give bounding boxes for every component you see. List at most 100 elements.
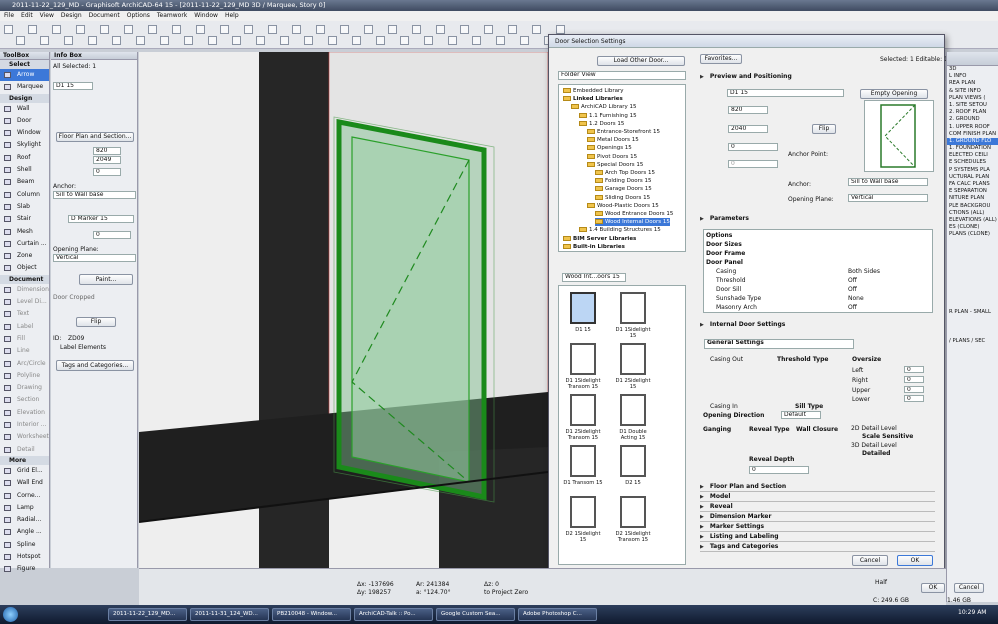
taskbar-item[interactable]: Adobe Photoshop C... — [518, 608, 597, 621]
tool-elevation[interactable]: Elevation — [0, 407, 49, 419]
toolbar-button[interactable] — [388, 25, 397, 34]
navigator-item[interactable]: 1. FOUNDATION — [947, 145, 998, 152]
oversize-lower-field[interactable]: 0 — [904, 395, 924, 402]
parameter-row[interactable]: Door Sizes — [706, 241, 926, 248]
tree-node[interactable]: 1.2 Doors 15 — [579, 120, 624, 128]
tool-interior-[interactable]: Interior ... — [0, 419, 49, 431]
more-section[interactable]: More — [0, 455, 49, 465]
label-elements-checkbox[interactable]: Label Elements — [60, 344, 106, 351]
tree-node[interactable]: Wood Internal Doors 15 — [595, 218, 670, 227]
detail-2d-value[interactable]: Scale Sensitive — [862, 433, 913, 440]
height-field[interactable]: 2040 — [728, 125, 768, 133]
toolbar-button[interactable] — [448, 36, 457, 45]
tree-node[interactable]: Arch Top Doors 15 — [595, 169, 655, 177]
door-thumbnail[interactable]: D2 1Sidelight Transom 15 — [613, 494, 653, 554]
toolbar-button[interactable] — [208, 36, 217, 45]
toolbar-button[interactable] — [436, 25, 445, 34]
tree-node[interactable]: Pivot Doors 15 — [587, 153, 637, 161]
marker-select[interactable]: D Marker 15 — [68, 215, 134, 223]
tree-node[interactable]: BIM Server Libraries — [563, 235, 636, 243]
tree-node[interactable]: Linked Libraries — [563, 95, 623, 103]
parameter-row[interactable]: Sunshade Type None — [706, 295, 926, 302]
tool-radial-[interactable]: Radial... — [0, 514, 49, 526]
navigator-item[interactable]: & SITE INFO — [947, 88, 998, 95]
parameter-row[interactable]: Options — [706, 232, 926, 239]
toolbar-button[interactable] — [460, 25, 469, 34]
tool-polyline[interactable]: Polyline — [0, 370, 49, 382]
tool-drawing[interactable]: Drawing — [0, 382, 49, 394]
menu-options[interactable]: Options — [127, 12, 150, 19]
toolbar-button[interactable] — [148, 25, 157, 34]
tool-arc-circle[interactable]: Arc/Circle — [0, 358, 49, 370]
section-header[interactable]: Listing and Labeling — [700, 532, 935, 542]
tool-fill[interactable]: Fill — [0, 333, 49, 345]
tool-hotspot[interactable]: Hotspot — [0, 551, 49, 563]
toolbar-button[interactable] — [184, 36, 193, 45]
toolbar-button[interactable] — [304, 36, 313, 45]
head-field[interactable]: 0 — [728, 160, 778, 168]
sill-height-field[interactable]: 0 — [93, 168, 121, 176]
anchor-select[interactable]: Sill to Wall base — [53, 191, 136, 199]
tree-node[interactable]: Special Doors 15 — [587, 161, 643, 169]
toolbar-button[interactable] — [244, 25, 253, 34]
navigator-item[interactable]: P SYSTEMS PLA — [947, 167, 998, 174]
reveal-depth-field[interactable]: 0 — [749, 466, 809, 474]
toolbar-button[interactable] — [508, 25, 517, 34]
sill-field[interactable]: 0 — [728, 143, 778, 151]
toolbar-button[interactable] — [112, 36, 121, 45]
favorites-button[interactable]: Favorites... — [700, 54, 742, 64]
tree-node[interactable]: Embedded Library — [563, 87, 624, 95]
tool-column[interactable]: Column — [0, 189, 49, 201]
toolbar-button[interactable] — [340, 25, 349, 34]
document-section[interactable]: Document — [0, 274, 49, 284]
toolbar-button[interactable] — [40, 36, 49, 45]
tree-node[interactable]: Garage Doors 15 — [595, 185, 652, 193]
floor-plan-section-button[interactable]: Floor Plan and Section... — [56, 132, 134, 142]
navigator-item[interactable]: COM FINISH PLAN — [947, 131, 998, 138]
taskbar-item[interactable]: ArchiCAD-Talk :: Po... — [354, 608, 433, 621]
taskbar-item[interactable]: PB210048 - Window... — [272, 608, 351, 621]
tool-figure[interactable]: Figure — [0, 563, 49, 575]
parameter-row[interactable]: Door Frame — [706, 250, 926, 257]
navigator-item[interactable]: PLANS (CLONE) — [947, 231, 998, 238]
start-button[interactable] — [3, 607, 18, 622]
tool-section[interactable]: Section — [0, 394, 49, 406]
parameter-row[interactable]: Masonry Arch Off — [706, 304, 926, 311]
menu-teamwork[interactable]: Teamwork — [157, 12, 187, 19]
opening-plane-select[interactable]: Vertical — [53, 254, 136, 262]
toolbar-button[interactable] — [292, 25, 301, 34]
section-internal-door-settings[interactable]: Internal Door Settings — [700, 320, 935, 330]
menu-file[interactable]: File — [4, 12, 14, 19]
folder-view-select[interactable]: Folder View — [558, 71, 686, 80]
width-field[interactable]: 820 — [93, 147, 121, 155]
navigator-item[interactable]: ES (CLONE) — [947, 224, 998, 231]
tool-marquee[interactable]: Marquee — [0, 81, 49, 93]
tool-curtain-[interactable]: Curtain ... — [0, 238, 49, 250]
tool-label[interactable]: Label — [0, 321, 49, 333]
tags-categories-button[interactable]: Tags and Categories... — [56, 360, 134, 371]
tree-node[interactable]: Folding Doors 15 — [595, 177, 651, 185]
tool-skylight[interactable]: Skylight — [0, 139, 49, 151]
navigator-item[interactable]: 1. GROUND FLO — [947, 137, 998, 146]
navigator-item[interactable]: ELECTED CEILI — [947, 152, 998, 159]
library-tree[interactable]: Embedded Library Linked Libraries ArchiCAD… — [558, 84, 686, 252]
oversize-left-field[interactable]: 0 — [904, 366, 924, 373]
door-name-field[interactable]: D1 15 — [53, 82, 93, 90]
toolbar-button[interactable] — [328, 36, 337, 45]
toolbar-button[interactable] — [364, 25, 373, 34]
section-header[interactable]: Tags and Categories — [700, 542, 935, 552]
parameter-row[interactable]: Threshold Off — [706, 277, 926, 284]
toolbar-button[interactable] — [76, 25, 85, 34]
toolbar-button[interactable] — [376, 36, 385, 45]
toolbar-button[interactable] — [16, 36, 25, 45]
casing-out-checkbox[interactable]: Casing Out — [710, 356, 743, 363]
flip-button[interactable]: Flip — [76, 317, 116, 327]
tool-dimension[interactable]: Dimension — [0, 284, 49, 296]
toolbar-button[interactable] — [196, 25, 205, 34]
tool-line[interactable]: Line — [0, 345, 49, 357]
navigator-item[interactable]: PLAN VIEWS ( — [947, 95, 998, 102]
taskbar-item[interactable]: Google Custom Sea... — [436, 608, 515, 621]
toolbar-button[interactable] — [532, 25, 541, 34]
paint-button[interactable]: Paint... — [79, 274, 133, 285]
navigator-item[interactable]: CTIONS (ALL) — [947, 210, 998, 217]
